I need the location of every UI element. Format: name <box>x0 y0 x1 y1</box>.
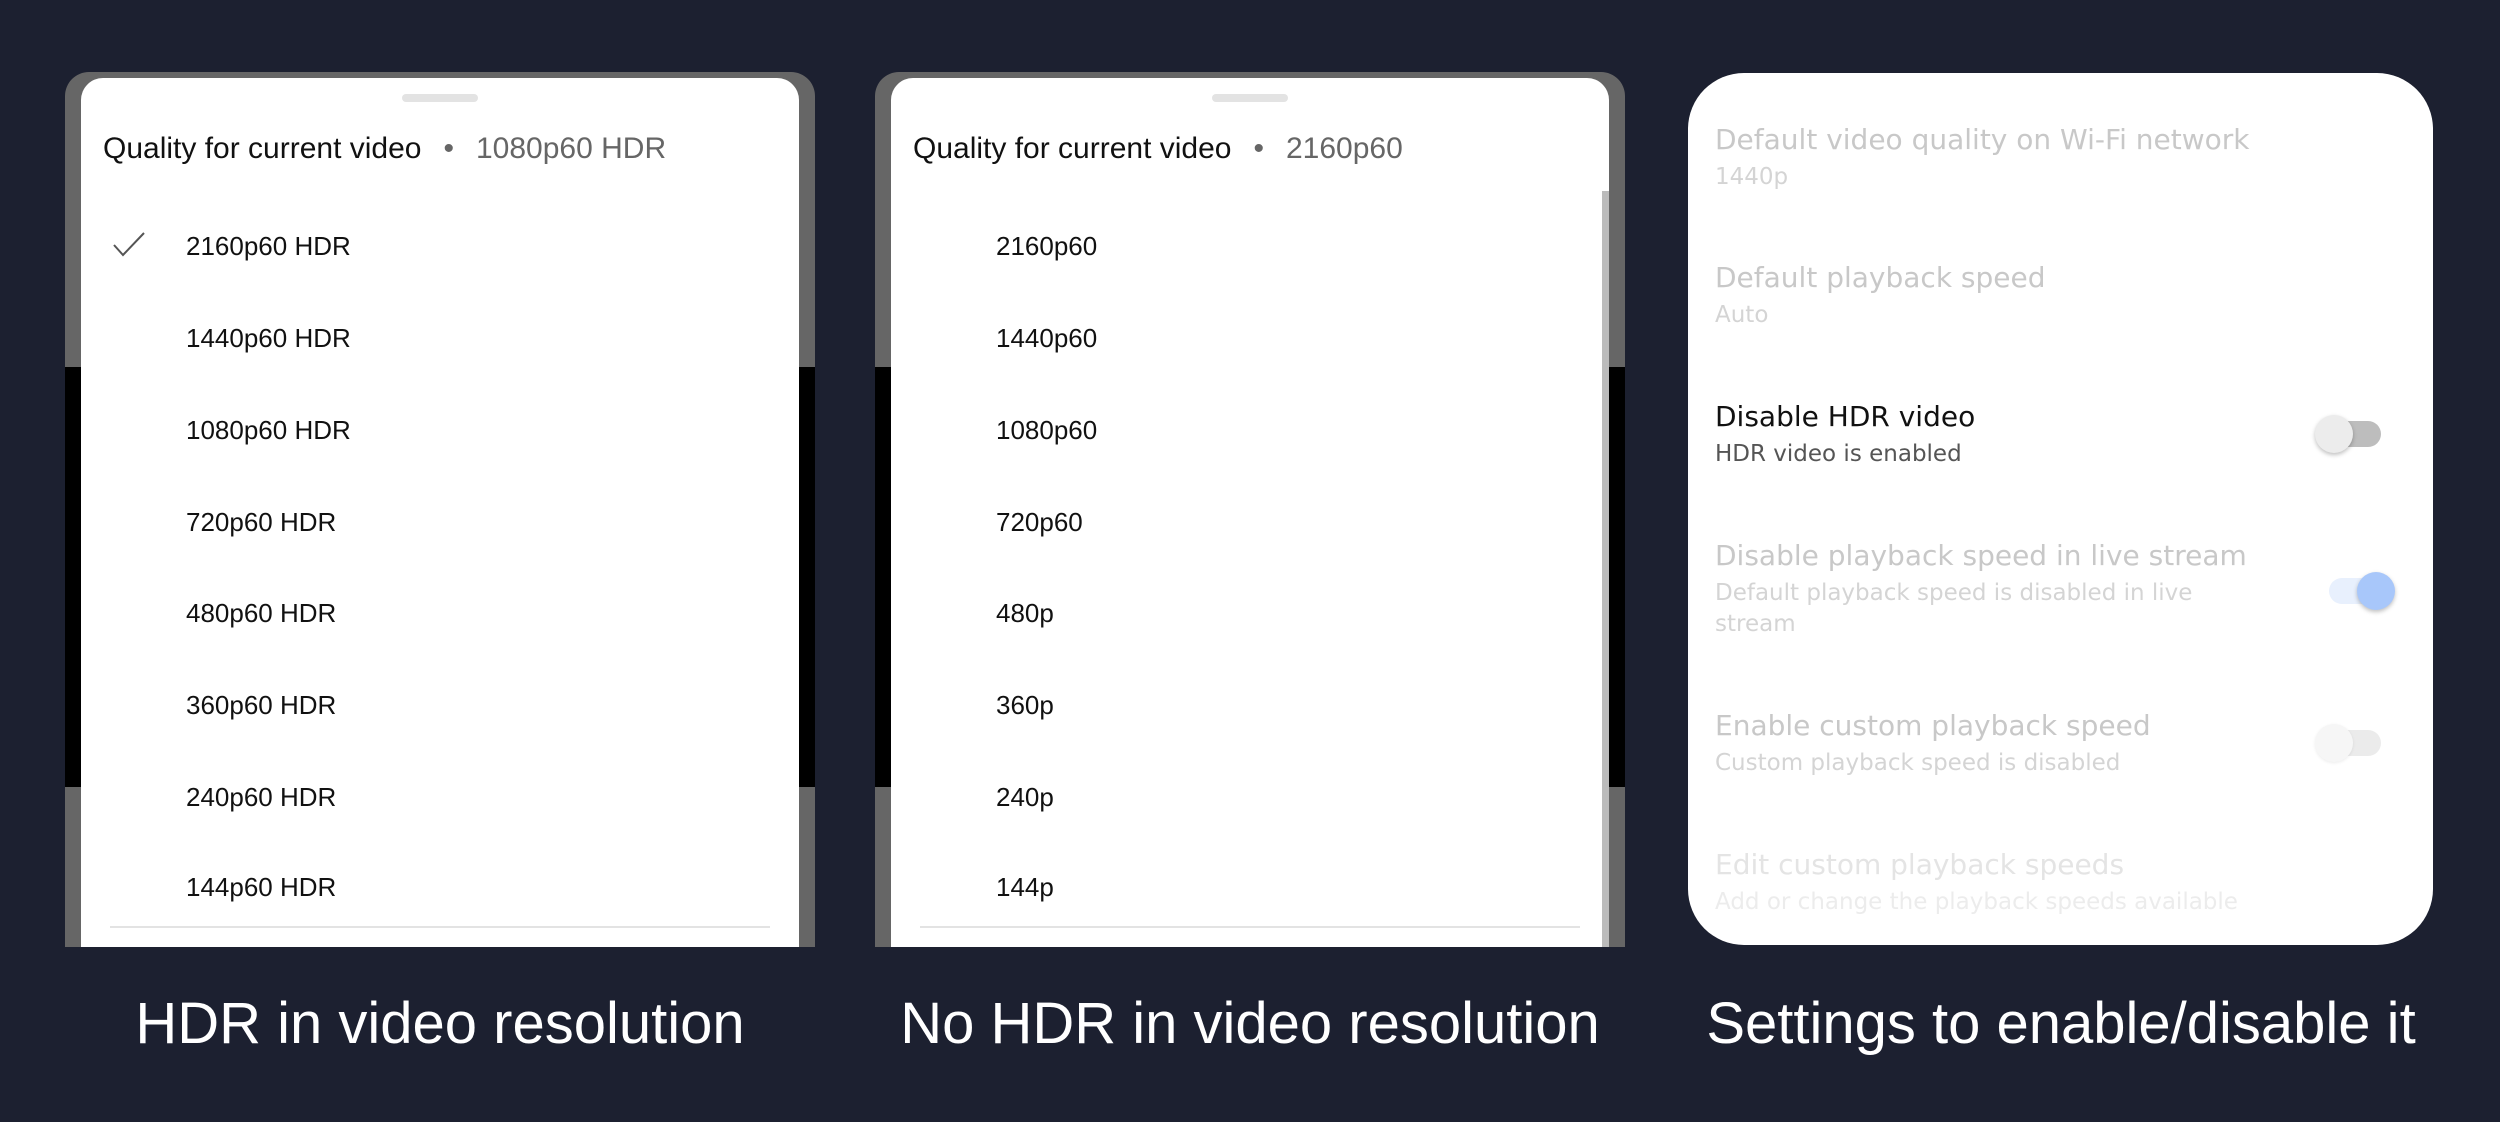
quality-label: 2160p60 <box>996 231 1098 261</box>
quality-label: 480p60 HDR <box>186 598 337 628</box>
quality-label: 2160p60 HDR <box>186 231 351 261</box>
quality-option[interactable]: 1080p60 <box>891 399 1609 459</box>
quality-option[interactable]: 240p60 HDR <box>81 766 799 826</box>
checkmark-icon <box>113 232 145 257</box>
divider <box>110 926 770 928</box>
drag-handle[interactable] <box>402 94 478 102</box>
quality-label: 1080p60 HDR <box>186 415 351 445</box>
setting-disable-live-speed[interactable]: Disable playback speed in live stream Def… <box>1715 539 2433 640</box>
sheet-header: Quality for current video • 2160p60 <box>913 132 1403 166</box>
quality-label: 480p <box>996 598 1054 628</box>
quality-label: 360p <box>996 690 1054 720</box>
quality-label: 720p60 <box>996 507 1083 537</box>
drag-handle[interactable] <box>1212 94 1288 102</box>
separator-dot: • <box>443 132 454 165</box>
quality-label: 240p <box>996 782 1054 812</box>
sheet-header: Quality for current video • 1080p60 HDR <box>103 132 666 166</box>
quality-option[interactable]: 360p <box>891 674 1609 734</box>
quality-option[interactable]: 1440p60 HDR <box>81 307 799 367</box>
quality-option[interactable]: 240p <box>891 766 1609 826</box>
quality-label: 720p60 HDR <box>186 507 337 537</box>
quality-panel-hdr: Quality for current video • 1080p60 HDR 21… <box>65 72 815 947</box>
quality-sheet: Quality for current video • 1080p60 HDR 21… <box>81 78 799 947</box>
toggle-knob <box>2315 724 2353 762</box>
setting-title: Disable playback speed in live stream <box>1715 539 2247 572</box>
caption-hdr: HDR in video resolution <box>135 991 745 1056</box>
current-quality: 1080p60 HDR <box>476 132 667 165</box>
quality-label: 240p60 HDR <box>186 782 337 812</box>
toggle-knob <box>2315 415 2353 453</box>
caption-no-hdr: No HDR in video resolution <box>900 991 1600 1056</box>
quality-option[interactable]: 360p60 HDR <box>81 674 799 734</box>
quality-option[interactable]: 144p60 HDR <box>81 856 799 916</box>
setting-subtitle: Auto <box>1715 302 1769 328</box>
scrollbar[interactable] <box>1602 191 1609 947</box>
disable-hdr-toggle[interactable] <box>2315 415 2381 453</box>
quality-option[interactable]: 2160p60 HDR <box>81 215 799 275</box>
quality-option[interactable]: 720p60 HDR <box>81 491 799 551</box>
custom-speed-toggle[interactable] <box>2315 724 2381 762</box>
current-quality: 2160p60 <box>1286 132 1403 165</box>
setting-subtitle: HDR video is enabled <box>1715 441 1962 467</box>
caption-settings: Settings to enable/disable it <box>1706 991 2416 1056</box>
quality-option[interactable]: 720p60 <box>891 491 1609 551</box>
header-title: Quality for current video <box>103 132 422 165</box>
quality-option[interactable]: 480p60 HDR <box>81 582 799 642</box>
separator-dot: • <box>1253 132 1264 165</box>
setting-subtitle: Add or change the playback speeds availa… <box>1715 889 2238 915</box>
settings-panel: Default video quality on Wi-Fi network 14… <box>1688 73 2433 945</box>
setting-subtitle: 1440p <box>1715 164 1789 190</box>
quality-option[interactable]: 1440p60 <box>891 307 1609 367</box>
quality-label: 360p60 HDR <box>186 690 337 720</box>
quality-label: 144p60 HDR <box>186 872 337 902</box>
quality-option[interactable]: 1080p60 HDR <box>81 399 799 459</box>
quality-option[interactable]: 2160p60 <box>891 215 1609 275</box>
quality-label: 1440p60 <box>996 323 1098 353</box>
setting-default-quality-wifi[interactable]: Default video quality on Wi-Fi network 14… <box>1715 123 2433 193</box>
disable-live-speed-toggle[interactable] <box>2329 572 2395 610</box>
setting-default-playback-speed[interactable]: Default playback speed Auto <box>1715 261 2433 331</box>
header-title: Quality for current video <box>913 132 1232 165</box>
setting-title: Default video quality on Wi-Fi network <box>1715 123 2250 156</box>
quality-sheet: Quality for current video • 2160p60 2160p6… <box>891 78 1609 947</box>
setting-title: Edit custom playback speeds <box>1715 848 2125 881</box>
quality-panel-no-hdr: Quality for current video • 2160p60 2160p6… <box>875 72 1625 947</box>
quality-label: 1440p60 HDR <box>186 323 351 353</box>
setting-edit-custom-speeds[interactable]: Edit custom playback speeds Add or change… <box>1715 848 2433 918</box>
quality-label: 144p <box>996 872 1054 902</box>
divider <box>920 926 1580 928</box>
setting-subtitle: Default playback speed is disabled in li… <box>1715 580 2193 637</box>
quality-label: 1080p60 <box>996 415 1098 445</box>
quality-option[interactable]: 144p <box>891 856 1609 916</box>
setting-subtitle: Custom playback speed is disabled <box>1715 750 2121 776</box>
toggle-knob <box>2357 572 2395 610</box>
quality-option[interactable]: 480p <box>891 582 1609 642</box>
setting-title: Default playback speed <box>1715 261 2046 294</box>
